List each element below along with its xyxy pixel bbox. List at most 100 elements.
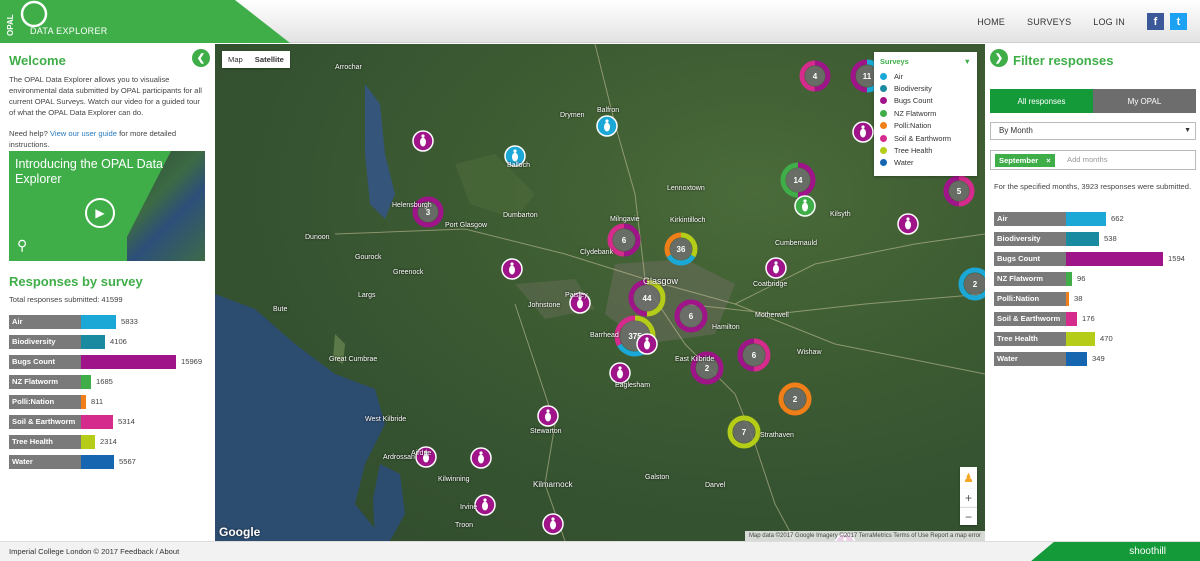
cluster-marker[interactable]: 4	[799, 60, 831, 92]
bug-pin-icon[interactable]	[596, 115, 618, 137]
survey-bar-row: Air 662	[994, 212, 1194, 232]
user-guide-link[interactable]: View our user guide	[50, 129, 117, 138]
survey-bar-label: Bugs Count	[9, 355, 81, 369]
left-panel: Welcome ❮ The OPAL Data Explorer allows …	[0, 44, 215, 541]
legend-item[interactable]: Soil & Earthworm	[880, 132, 971, 144]
nav-home[interactable]: HOME	[977, 17, 1005, 27]
cluster-marker[interactable]: 6	[674, 299, 708, 333]
cluster-marker[interactable]: 5	[943, 175, 975, 207]
survey-bar-value: 2314	[100, 437, 117, 446]
bug-pin-icon[interactable]	[537, 405, 559, 427]
place-label: Eaglesham	[615, 382, 651, 389]
legend-item[interactable]: Air	[880, 70, 971, 82]
twitter-icon[interactable]: t	[1170, 13, 1187, 30]
place-label: Greenock	[393, 269, 424, 276]
map[interactable]: 4 11 14 5 3 6 36 44 6 375 2 6 2 7 2 Glasgow Paisley Cl…	[215, 44, 985, 541]
close-icon[interactable]: ×	[1046, 156, 1050, 165]
satellite-tab[interactable]: Satellite	[249, 51, 290, 68]
cluster-marker[interactable]: 44	[628, 279, 666, 317]
footer-text[interactable]: Imperial College London © 2017 Feedback …	[9, 547, 179, 556]
google-logo: Google	[219, 525, 261, 539]
bug-pin-icon[interactable]	[765, 257, 787, 279]
survey-bar-label: Polli:Nation	[9, 395, 81, 409]
survey-bar-value: 349	[1092, 354, 1105, 363]
place-label: Bute	[273, 306, 288, 313]
facebook-icon[interactable]: f	[1147, 13, 1164, 30]
cluster-marker[interactable]: 6	[607, 223, 641, 257]
pegman-icon[interactable]: ♟	[960, 467, 977, 489]
caret-down-icon[interactable]: ▼	[964, 57, 971, 66]
cluster-count: 7	[742, 428, 747, 437]
survey-bar-fill	[81, 395, 86, 409]
play-icon[interactable]: ▶	[85, 198, 115, 228]
map-tab[interactable]: Map	[222, 51, 249, 68]
cluster-count: 4	[813, 72, 818, 81]
legend-items: Air Biodiversity Bugs Count NZ Flatworm Poll…	[880, 70, 971, 169]
add-months-placeholder[interactable]: Add months	[1067, 155, 1108, 164]
survey-bar-fill	[1066, 352, 1087, 366]
survey-bar-row: Biodiversity 4106	[9, 335, 209, 355]
survey-bar-label: Biodiversity	[994, 232, 1066, 246]
welcome-intro: The OPAL Data Explorer allows you to vis…	[9, 75, 202, 117]
survey-bar-fill	[81, 335, 105, 349]
intro-video[interactable]: Introducing the OPAL Data Explorer ▶ ⚲	[9, 151, 205, 261]
legend-item[interactable]: Tree Health	[880, 144, 971, 156]
cluster-marker[interactable]: 2	[958, 267, 985, 301]
app-name: DATA EXPLORER	[30, 26, 108, 36]
place-label: Paisley	[565, 292, 588, 299]
cluster-marker[interactable]: 6	[737, 338, 771, 372]
zoom-out-button[interactable]: −	[960, 507, 977, 525]
bug-pin-icon[interactable]	[794, 195, 816, 217]
map-canvas: 4 11145363644637526272	[215, 44, 985, 541]
zoom-in-button[interactable]: +	[960, 489, 977, 507]
place-label: Arrochar	[335, 64, 362, 71]
survey-bar-label: Air	[994, 212, 1066, 226]
cluster-marker[interactable]: 14	[780, 162, 816, 198]
shoothill-logo[interactable]: shoothill	[1030, 542, 1200, 561]
legend-item[interactable]: NZ Flatworm	[880, 107, 971, 119]
months-input[interactable]: September × Add months	[990, 150, 1196, 170]
place-label: Helensburgh	[392, 202, 432, 209]
bug-pin-icon[interactable]	[474, 494, 496, 516]
legend-item[interactable]: Bugs Count	[880, 95, 971, 107]
place-label: Troon	[455, 522, 474, 529]
nav-surveys[interactable]: SURVEYS	[1027, 17, 1071, 27]
legend-label: Biodiversity	[894, 84, 932, 94]
collapse-left-button[interactable]: ❮	[192, 49, 210, 67]
survey-bar-value: 38	[1074, 294, 1083, 303]
survey-bar-value: 5567	[119, 457, 136, 466]
legend-label: Tree Health	[894, 146, 933, 156]
map-attribution[interactable]: Map data ©2017 Google Imagery ©2017 Terr…	[744, 531, 985, 541]
logo[interactable]: OPAL DATA EXPLORER	[0, 0, 290, 43]
tab-all-responses[interactable]: All responses	[990, 89, 1093, 113]
bug-pin-icon[interactable]	[470, 447, 492, 469]
tab-my-opal[interactable]: My OPAL	[1093, 89, 1196, 113]
cluster-marker[interactable]: 7	[727, 415, 761, 449]
legend-label: Bugs Count	[894, 96, 933, 106]
month-chip[interactable]: September ×	[995, 154, 1055, 167]
cluster-marker[interactable]: 36	[664, 232, 698, 266]
bug-pin-icon[interactable]	[542, 513, 564, 535]
nav-log-in[interactable]: LOG IN	[1093, 17, 1125, 27]
bug-pin-icon[interactable]	[412, 130, 434, 152]
legend-header[interactable]: Surveys ▼	[880, 57, 971, 66]
period-select[interactable]: By Month ▼	[990, 122, 1196, 140]
bug-pin-icon[interactable]	[897, 213, 919, 235]
legend-item[interactable]: Biodiversity	[880, 82, 971, 94]
survey-bar-row: Tree Health 2314	[9, 435, 209, 455]
legend-item[interactable]: Water	[880, 157, 971, 169]
bug-pin-icon[interactable]	[501, 258, 523, 280]
place-label: East Kilbride	[675, 356, 715, 363]
legend-item[interactable]: Polli:Nation	[880, 120, 971, 132]
place-label: Motherwell	[755, 312, 789, 319]
bug-pin-icon[interactable]	[636, 333, 658, 355]
survey-bar-label: Soil & Earthworm	[994, 312, 1066, 326]
bug-pin-icon[interactable]	[609, 362, 631, 384]
place-label: Coatbridge	[753, 281, 788, 288]
bug-pin-icon[interactable]	[852, 121, 874, 143]
collapse-right-button[interactable]: ❯	[990, 49, 1008, 67]
cluster-marker[interactable]: 2	[778, 382, 812, 416]
survey-bar-value: 5833	[121, 317, 138, 326]
filter-title: Filter responses	[1013, 53, 1114, 68]
survey-bar-row: Bugs Count 15969	[9, 355, 209, 375]
